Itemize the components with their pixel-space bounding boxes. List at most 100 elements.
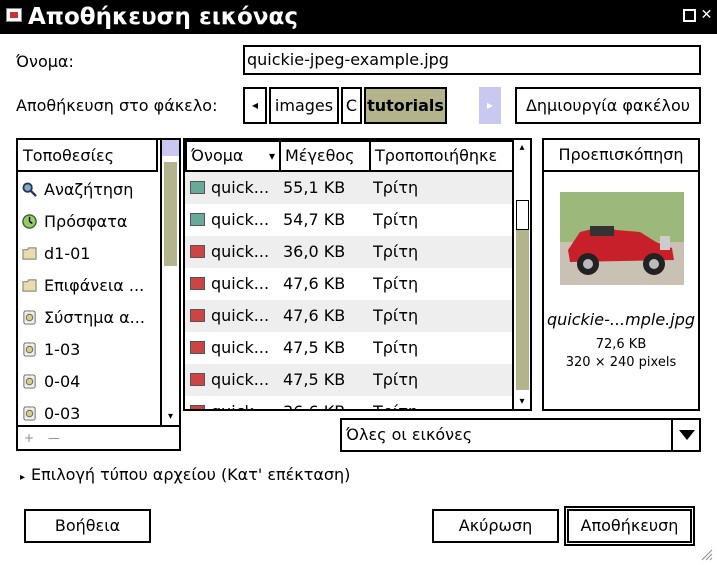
sidebar-item-label: Πρόσφατα <box>44 212 128 231</box>
app-icon <box>6 8 22 22</box>
table-row[interactable]: quick... 54,7 KB Τρίτη <box>185 204 512 236</box>
file-name: quick... <box>211 306 270 325</box>
table-row[interactable]: quick... 36,6 KB Τρίτη <box>185 396 512 409</box>
chevron-down-icon[interactable] <box>671 420 699 450</box>
table-row[interactable]: quick... 47,6 KB Τρίτη <box>185 300 512 332</box>
file-list-header: Όνομα ▾ Μέγεθος Τροποποιήθηκε <box>185 140 530 172</box>
add-place-icon[interactable]: + <box>24 431 34 445</box>
image-file-icon <box>190 213 205 226</box>
file-name: quick... <box>211 178 270 197</box>
file-modified: Τρίτη <box>373 370 419 389</box>
remove-place-icon[interactable]: — <box>48 431 60 445</box>
places-scrollbar[interactable]: ▾ <box>160 140 179 425</box>
preview-title: Προεπισκόπηση <box>544 140 698 172</box>
scroll-up-arrow[interactable] <box>162 140 179 156</box>
file-type-expander-label: Επιλογή τύπου αρχείου (Κατ' επέκταση) <box>31 465 351 484</box>
file-size: 54,7 KB <box>283 210 346 229</box>
folder-icon <box>22 279 37 292</box>
table-row[interactable]: quick... 55,1 KB Τρίτη <box>185 172 512 204</box>
sidebar-item-search[interactable]: Αναζήτηση <box>18 174 158 206</box>
breadcrumb-right-arrow[interactable]: ▸ <box>479 87 501 124</box>
sidebar-item-label: Επιφάνεια ... <box>44 276 145 295</box>
folder-icon <box>22 247 37 260</box>
file-modified: Τρίτη <box>373 306 419 325</box>
table-row[interactable]: quick... 36,0 KB Τρίτη <box>185 236 512 268</box>
scroll-thumb[interactable] <box>164 162 177 266</box>
column-header-size[interactable]: Μέγεθος <box>279 140 371 172</box>
save-button[interactable]: Αποθήκευση <box>564 506 695 546</box>
image-file-icon <box>190 373 205 386</box>
column-header-name[interactable]: Όνομα ▾ <box>185 140 281 172</box>
breadcrumb-item-c[interactable]: C <box>341 87 362 124</box>
file-name: quick... <box>211 370 270 389</box>
help-button[interactable]: Βοήθεια <box>24 509 151 543</box>
preview-image <box>560 192 684 285</box>
table-row[interactable]: quick... 47,6 KB Τρίτη <box>185 268 512 300</box>
image-file-icon <box>190 181 205 194</box>
filename-input[interactable]: quickie-jpeg-example.jpg <box>243 45 701 75</box>
file-size: 36,6 KB <box>283 396 371 409</box>
file-name: quick... <box>211 402 269 409</box>
close-icon[interactable]: ✕ <box>700 8 713 22</box>
file-name: quick... <box>211 338 270 357</box>
sidebar-item-desktop[interactable]: Επιφάνεια ... <box>18 270 158 302</box>
image-file-icon <box>190 245 205 258</box>
file-list: quick... 55,1 KB Τρίτη quick... 54,7 KB … <box>185 172 512 409</box>
column-name-label: Όνομα <box>191 146 244 165</box>
scroll-up-arrow[interactable]: ▴ <box>514 142 530 153</box>
breadcrumb-left-arrow[interactable]: ◂ <box>243 87 267 124</box>
table-row[interactable]: quick... 47,5 KB Τρίτη <box>185 332 512 364</box>
resize-grip-icon[interactable] <box>699 547 713 561</box>
sidebar-item-label: 0-03 <box>44 404 81 423</box>
folder-label: Αποθήκευση στο φάκελο: <box>16 96 218 115</box>
file-filter-value: Όλες οι εικόνες <box>346 425 473 444</box>
scroll-thumb[interactable] <box>516 200 529 230</box>
title-bar: Αποθήκευση εικόνας ✕ <box>0 0 717 34</box>
file-size: 47,5 KB <box>283 338 346 357</box>
file-modified: Τρίτη <box>373 178 419 197</box>
image-file-icon <box>190 309 205 322</box>
file-name: quick... <box>211 274 270 293</box>
breadcrumb-item-tutorials[interactable]: tutorials <box>364 87 447 124</box>
file-size: 47,6 KB <box>283 274 346 293</box>
file-filter-select[interactable]: Όλες οι εικόνες <box>340 418 701 452</box>
sidebar-item-recent[interactable]: Πρόσφατα <box>18 206 158 238</box>
file-modified: Τρίτη <box>373 242 419 261</box>
column-header-modified[interactable]: Τροποποιήθηκε <box>369 140 514 172</box>
preview-pane: Προεπισκόπηση quickie-...mple.jpg 72,6 K… <box>542 138 700 411</box>
places-pane: Τοποθεσίες Αναζήτηση Πρόσφατα d1-01 Επιφ… <box>16 138 181 451</box>
preview-size: 72,6 KB <box>595 337 647 352</box>
window-title: Αποθήκευση εικόνας <box>28 4 298 30</box>
sidebar-item-label: Αναζήτηση <box>44 180 134 199</box>
image-file-icon <box>190 277 205 290</box>
scroll-down-arrow[interactable]: ▾ <box>514 396 530 407</box>
file-type-expander[interactable]: ▸ Επιλογή τύπου αρχείου (Κατ' επέκταση) <box>20 465 350 484</box>
image-file-icon <box>190 405 205 409</box>
image-file-icon <box>190 341 205 354</box>
scroll-down-arrow[interactable]: ▾ <box>162 409 179 425</box>
file-size: 55,1 KB <box>283 178 346 197</box>
sidebar-item-label: Σύστημα α... <box>44 308 145 327</box>
maximize-icon[interactable] <box>683 9 696 22</box>
scroll-trough <box>516 230 529 390</box>
breadcrumb-item-images[interactable]: images <box>269 87 339 124</box>
sidebar-item-1-03[interactable]: 1-03 <box>18 334 158 366</box>
recent-icon <box>22 214 37 229</box>
file-size: 47,5 KB <box>283 370 346 389</box>
preview-filename: quickie-...mple.jpg <box>547 310 695 329</box>
car-photo <box>560 192 684 285</box>
file-name: quick... <box>211 242 270 261</box>
file-size: 47,6 KB <box>283 306 346 325</box>
cancel-button[interactable]: Ακύρωση <box>432 509 559 543</box>
search-icon <box>22 182 37 197</box>
drive-icon <box>23 406 36 421</box>
table-row[interactable]: quick... 47,5 KB Τρίτη <box>185 364 512 396</box>
places-header[interactable]: Τοποθεσίες <box>18 140 158 172</box>
places-list: Αναζήτηση Πρόσφατα d1-01 Επιφάνεια ... Σ… <box>18 174 158 449</box>
sidebar-item-0-04[interactable]: 0-04 <box>18 366 158 398</box>
file-modified: Τρίτη <box>373 396 512 409</box>
sidebar-item-d1-01[interactable]: d1-01 <box>18 238 158 270</box>
sidebar-item-filesystem[interactable]: Σύστημα α... <box>18 302 158 334</box>
file-list-scrollbar[interactable]: ▴ ▾ <box>512 140 530 409</box>
create-folder-button[interactable]: Δημιουργία φακέλου <box>515 87 701 124</box>
